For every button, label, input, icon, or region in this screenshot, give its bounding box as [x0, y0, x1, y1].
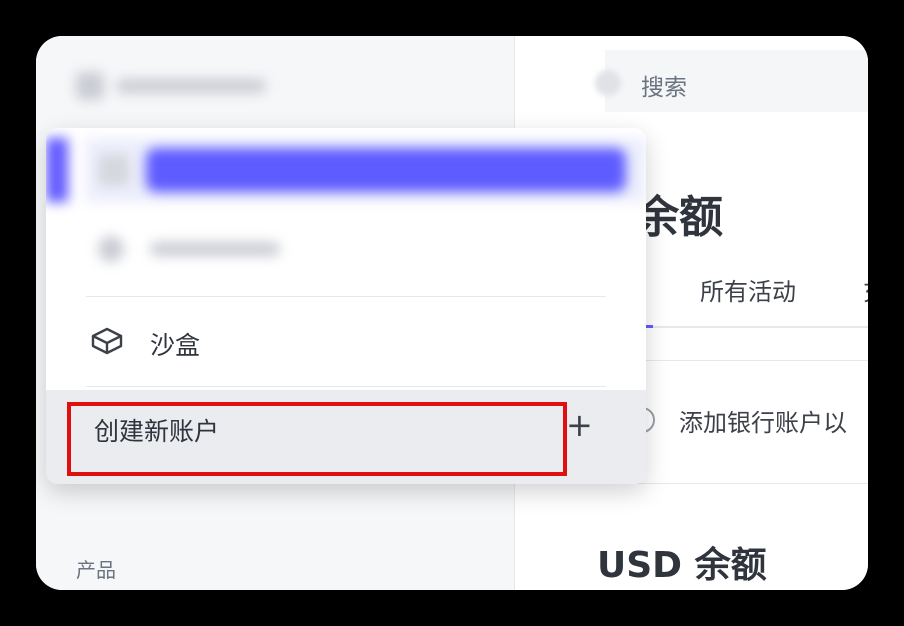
app-window: 产品 搜索 余额 所有活动 充 添加银行账户以 USD 余额: [36, 36, 868, 590]
account-icon: [98, 154, 130, 186]
account-icon: [98, 236, 124, 262]
selected-indicator: [46, 138, 68, 202]
search-bar[interactable]: 搜索: [595, 50, 868, 112]
tab-recharge[interactable]: 充: [863, 272, 868, 307]
menu-divider: [86, 296, 606, 297]
account-name-redacted: [150, 242, 280, 256]
search-icon: [595, 70, 621, 96]
menu-divider: [86, 386, 606, 387]
plus-icon: +: [566, 406, 593, 444]
account-name-redacted: [146, 148, 626, 192]
menu-item-sandbox[interactable]: 沙盒: [46, 300, 646, 384]
tab-all-activity[interactable]: 所有活动: [700, 272, 796, 307]
menu-item-current-account[interactable]: [46, 138, 646, 202]
usd-balance-title: USD 余额: [597, 545, 767, 586]
page-title: 余额: [635, 192, 723, 243]
tab-bar: 所有活动 充: [615, 272, 868, 328]
create-new-account-button[interactable]: 创建新账户 +: [46, 390, 646, 484]
account-switcher[interactable]: [76, 64, 316, 108]
bank-account-banner[interactable]: 添加银行账户以: [615, 360, 868, 484]
tab-active-indicator: [645, 325, 653, 328]
bank-account-hint: 添加银行账户以: [679, 409, 847, 437]
menu-item-other-account[interactable]: [46, 216, 646, 286]
account-dropdown-menu: 沙盒 创建新账户 +: [46, 128, 646, 484]
account-name-redacted: [116, 79, 266, 93]
create-account-label: 创建新账户: [94, 417, 220, 446]
account-avatar: [76, 72, 104, 100]
sidebar-section-products: 产品: [76, 558, 116, 582]
sandbox-label: 沙盒: [150, 331, 201, 360]
cube-icon: [91, 327, 123, 355]
search-input[interactable]: 搜索: [641, 68, 687, 102]
